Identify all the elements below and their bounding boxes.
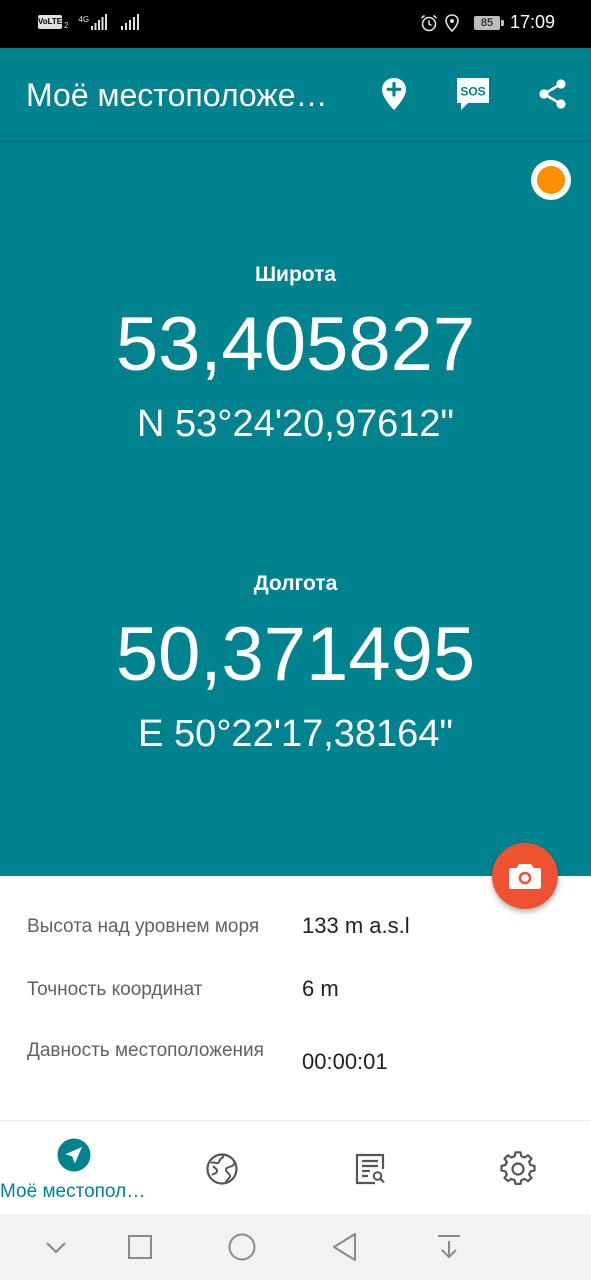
app-bar: Моё местоположение SOS — [0, 48, 591, 140]
system-collapse-button[interactable] — [40, 1231, 72, 1263]
longitude-dms: E 50°22'17,38164" — [138, 713, 453, 755]
accuracy-label: Точность координат — [27, 979, 203, 1000]
latitude-decimal: 53,405827 — [115, 302, 476, 387]
coordinates-panel: Широта 53,405827 N 53°24'20,97612" Долго… — [0, 140, 591, 876]
nav-item-my-location[interactable]: Моё местоположение — [0, 1121, 148, 1215]
signal-icon — [91, 14, 108, 30]
nav-label-my-location: Моё местоположение — [0, 1181, 148, 1202]
system-notifications-button[interactable] — [433, 1231, 465, 1263]
sos-icon: SOS — [457, 78, 489, 110]
nav-item-globe[interactable] — [148, 1121, 296, 1215]
latitude-dms: N 53°24'20,97612" — [137, 403, 454, 445]
gps-status-indicator[interactable] — [531, 160, 571, 200]
chevron-down-icon — [46, 1242, 66, 1254]
add-place-button[interactable] — [372, 72, 416, 116]
home-circle-icon — [228, 1233, 256, 1261]
navigation-arrow-icon — [56, 1137, 92, 1173]
battery-icon: 85 — [473, 15, 504, 30]
status-bar: VoLTE 2 4G 85 17:09 — [0, 0, 591, 48]
network-type: 4G — [78, 14, 90, 24]
nav-item-history[interactable] — [296, 1121, 444, 1215]
globe-icon — [204, 1151, 240, 1187]
system-recents-button[interactable] — [124, 1231, 156, 1263]
recents-square-icon — [128, 1235, 152, 1259]
gear-icon — [500, 1151, 536, 1187]
system-back-button[interactable] — [329, 1231, 361, 1263]
altitude-label: Высота над уровнем моря — [27, 916, 260, 937]
camera-button[interactable] — [492, 843, 558, 909]
status-bar-right: 85 17:09 — [420, 12, 555, 33]
page-title: Моё местоположение — [26, 77, 331, 113]
status-time: 17:09 — [509, 12, 555, 32]
location-icon — [445, 13, 459, 32]
longitude-label: Долгота — [253, 572, 338, 595]
sim-slot-label: 2 — [64, 20, 69, 30]
gps-status-dot — [537, 166, 565, 194]
list-search-icon — [352, 1151, 388, 1187]
camera-icon — [509, 864, 541, 889]
add-place-icon — [382, 78, 406, 110]
nav-item-settings[interactable] — [444, 1121, 591, 1215]
share-button[interactable] — [530, 72, 574, 116]
volte-icon: VoLTE — [38, 15, 62, 29]
system-navigation-bar — [0, 1214, 591, 1280]
signal-icon — [121, 14, 140, 30]
location-age-label: Давность местоположения — [27, 1040, 264, 1061]
system-home-button[interactable] — [226, 1231, 258, 1263]
altitude-value: 133 m a.s.l — [302, 913, 410, 938]
bottom-navigation: Моё местоположение — [0, 1120, 591, 1215]
longitude-decimal: 50,371495 — [115, 612, 476, 697]
status-bar-left: VoLTE 2 4G — [38, 14, 140, 30]
sos-button[interactable]: SOS — [451, 72, 495, 116]
sos-icon-label: SOS — [460, 85, 485, 99]
back-triangle-icon — [333, 1233, 356, 1261]
share-icon — [539, 79, 566, 109]
latitude-label: Широта — [254, 263, 337, 286]
accuracy-value: 6 m — [302, 976, 339, 1001]
notification-pull-icon — [438, 1235, 460, 1259]
location-age-value: 00:00:01 — [302, 1049, 388, 1074]
alarm-icon — [420, 14, 437, 31]
